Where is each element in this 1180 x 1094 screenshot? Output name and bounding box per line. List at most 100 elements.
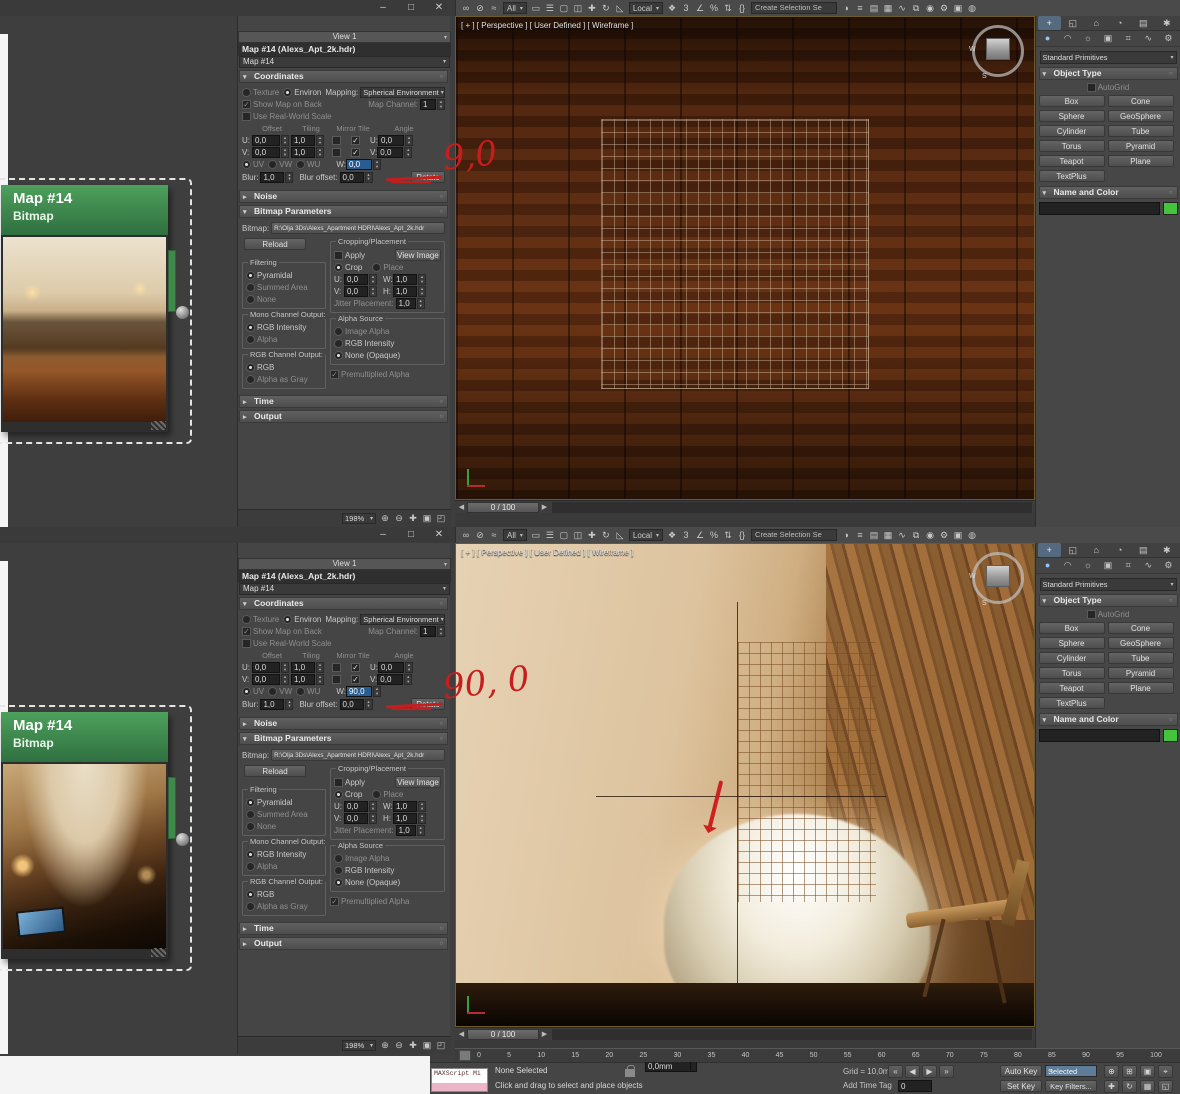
- u-angle-field[interactable]: 0,0: [378, 662, 404, 673]
- spinner-icon[interactable]: [416, 298, 425, 309]
- geometry-category-icon[interactable]: ●: [1038, 31, 1057, 46]
- name-color-rollout-header[interactable]: Name and Color: [1038, 713, 1178, 726]
- rectangular-selection-region-icon[interactable]: ▢: [558, 2, 570, 15]
- view-image-button[interactable]: View Image: [395, 249, 441, 261]
- display-tab-icon[interactable]: ▤: [1132, 543, 1155, 557]
- node-output-slot[interactable]: [168, 250, 176, 312]
- selection-filter-dropdown[interactable]: All: [503, 2, 527, 14]
- zoom-out-icon[interactable]: ⊖: [393, 512, 405, 525]
- bitmap-map-node[interactable]: Map #14 Bitmap: [0, 178, 192, 444]
- spinner-icon[interactable]: [316, 147, 324, 158]
- spinner-icon[interactable]: [405, 662, 413, 673]
- modify-tab-icon[interactable]: ◱: [1062, 16, 1085, 30]
- jitter-field[interactable]: 1,0: [395, 825, 416, 836]
- u-offset-field[interactable]: 0,0: [252, 135, 280, 146]
- summed-area-radio[interactable]: [246, 810, 255, 819]
- named-selection-sets-icon[interactable]: {}: [736, 2, 748, 15]
- select-and-manipulate-icon[interactable]: ❖: [666, 2, 678, 15]
- blur-field[interactable]: 1,0: [260, 698, 285, 710]
- show-map-on-back-checkbox[interactable]: [242, 627, 251, 636]
- blur-field[interactable]: 1,0: [260, 171, 285, 183]
- u-tiling-field[interactable]: 1,0: [291, 662, 315, 673]
- mapping-dropdown[interactable]: Spherical Environment: [360, 614, 445, 625]
- viewcube-cube[interactable]: [986, 38, 1010, 60]
- wu-radio[interactable]: [296, 160, 306, 169]
- close-button[interactable]: ✕: [431, 527, 447, 543]
- v-tiling-field[interactable]: 1,0: [291, 674, 315, 685]
- schematic-view-icon[interactable]: ⧉: [910, 529, 922, 542]
- spinner-icon[interactable]: [316, 674, 324, 685]
- box-button[interactable]: Box: [1038, 95, 1105, 107]
- geosphere-button[interactable]: GeoSphere: [1107, 637, 1174, 649]
- w-angle-field[interactable]: 0,0: [345, 159, 372, 170]
- node-body[interactable]: Map #14 Bitmap: [1, 185, 168, 432]
- shapes-category-icon[interactable]: ◠: [1058, 558, 1077, 573]
- torus-button[interactable]: Torus: [1038, 667, 1105, 679]
- auto-key-button[interactable]: Auto Key: [1000, 1065, 1042, 1077]
- zoom-out-icon[interactable]: ⊖: [393, 1039, 405, 1052]
- unlink-selection-icon[interactable]: ⊘: [474, 529, 486, 542]
- bitmap-parameters-rollout-header[interactable]: Bitmap Parameters: [239, 732, 448, 745]
- previous-frame-icon[interactable]: ◀: [905, 1065, 920, 1078]
- set-key-button[interactable]: Set Key: [1000, 1080, 1042, 1092]
- mirror-icon[interactable]: ◑: [840, 2, 852, 15]
- spinner-icon[interactable]: [437, 99, 445, 110]
- selection-lock-icon[interactable]: [625, 1065, 635, 1077]
- cameras-category-icon[interactable]: ▣: [1098, 31, 1117, 46]
- reload-button[interactable]: Reload: [244, 238, 306, 250]
- use-real-world-scale-checkbox[interactable]: [242, 639, 251, 648]
- utilities-tab-icon[interactable]: ✱: [1156, 16, 1179, 30]
- editor-zoom-dropdown[interactable]: 198%: [342, 513, 376, 524]
- tube-button[interactable]: Tube: [1107, 652, 1174, 664]
- u-mirror-checkbox[interactable]: [332, 663, 341, 672]
- named-selection-sets-icon[interactable]: {}: [736, 529, 748, 542]
- systems-category-icon[interactable]: ⚙: [1159, 31, 1178, 46]
- reload-button[interactable]: Reload: [244, 765, 306, 777]
- mirror-icon[interactable]: ◑: [840, 529, 852, 542]
- crop-radio[interactable]: [334, 263, 343, 272]
- sphere-button[interactable]: Sphere: [1038, 637, 1105, 649]
- apply-checkbox[interactable]: [334, 777, 343, 787]
- summed-area-radio[interactable]: [246, 283, 255, 292]
- place-radio[interactable]: [372, 790, 382, 799]
- spinner-icon[interactable]: [364, 698, 373, 710]
- maximize-button[interactable]: □: [403, 527, 419, 543]
- add-time-tag[interactable]: Add Time Tag: [843, 1081, 892, 1090]
- coordinates-rollout-header[interactable]: Coordinates: [239, 70, 448, 83]
- spinner-icon[interactable]: [281, 135, 289, 146]
- select-and-scale-icon[interactable]: ◺: [614, 2, 626, 15]
- textplus-button[interactable]: TextPlus: [1038, 697, 1105, 709]
- v-mirror-checkbox[interactable]: [332, 148, 341, 157]
- alpha-rgb-intensity-radio[interactable]: [334, 339, 343, 348]
- alpha-rgb-intensity-radio[interactable]: [334, 866, 343, 875]
- bitmap-path-button[interactable]: R:\Olja 3Ds\Alexs_Apartment HDRI\Alexs_A…: [271, 749, 445, 761]
- select-by-name-icon[interactable]: ☰: [544, 2, 556, 15]
- primitives-dropdown[interactable]: Standard Primitives: [1039, 578, 1177, 591]
- select-and-link-icon[interactable]: ∞: [460, 529, 472, 542]
- view-image-button[interactable]: View Image: [395, 776, 441, 788]
- unlink-selection-icon[interactable]: ⊘: [474, 2, 486, 15]
- bind-to-space-warp-icon[interactable]: ≈: [488, 529, 500, 542]
- environ-radio[interactable]: [283, 88, 293, 97]
- u-tile-checkbox[interactable]: [351, 136, 360, 145]
- bind-to-space-warp-icon[interactable]: ≈: [488, 2, 500, 15]
- pan-icon[interactable]: ✚: [407, 1039, 419, 1052]
- zoom-in-icon[interactable]: ⊕: [379, 512, 391, 525]
- spinner-icon[interactable]: [418, 274, 426, 285]
- node-connector-handle[interactable]: [176, 306, 189, 319]
- snaps-toggle-icon[interactable]: 3: [680, 2, 692, 15]
- none-filtering-radio[interactable]: [246, 822, 255, 831]
- vw-radio[interactable]: [268, 687, 278, 696]
- zoom-icon[interactable]: ⊕: [1104, 1065, 1119, 1078]
- hierarchy-tab-icon[interactable]: ⌂: [1085, 543, 1108, 557]
- map-channel-field[interactable]: 1: [420, 99, 436, 110]
- spinner-icon[interactable]: [281, 674, 289, 685]
- shapes-category-icon[interactable]: ◠: [1058, 31, 1077, 46]
- viewport-label[interactable]: [ + ] [ Perspective ] [ User Defined ] […: [461, 548, 633, 557]
- helpers-category-icon[interactable]: ⌗: [1119, 31, 1138, 46]
- spinner-icon[interactable]: [369, 286, 377, 297]
- v-mirror-checkbox[interactable]: [332, 675, 341, 684]
- pyramid-button[interactable]: Pyramid: [1107, 667, 1174, 679]
- uv-radio[interactable]: [242, 160, 251, 169]
- texture-radio[interactable]: [242, 615, 251, 624]
